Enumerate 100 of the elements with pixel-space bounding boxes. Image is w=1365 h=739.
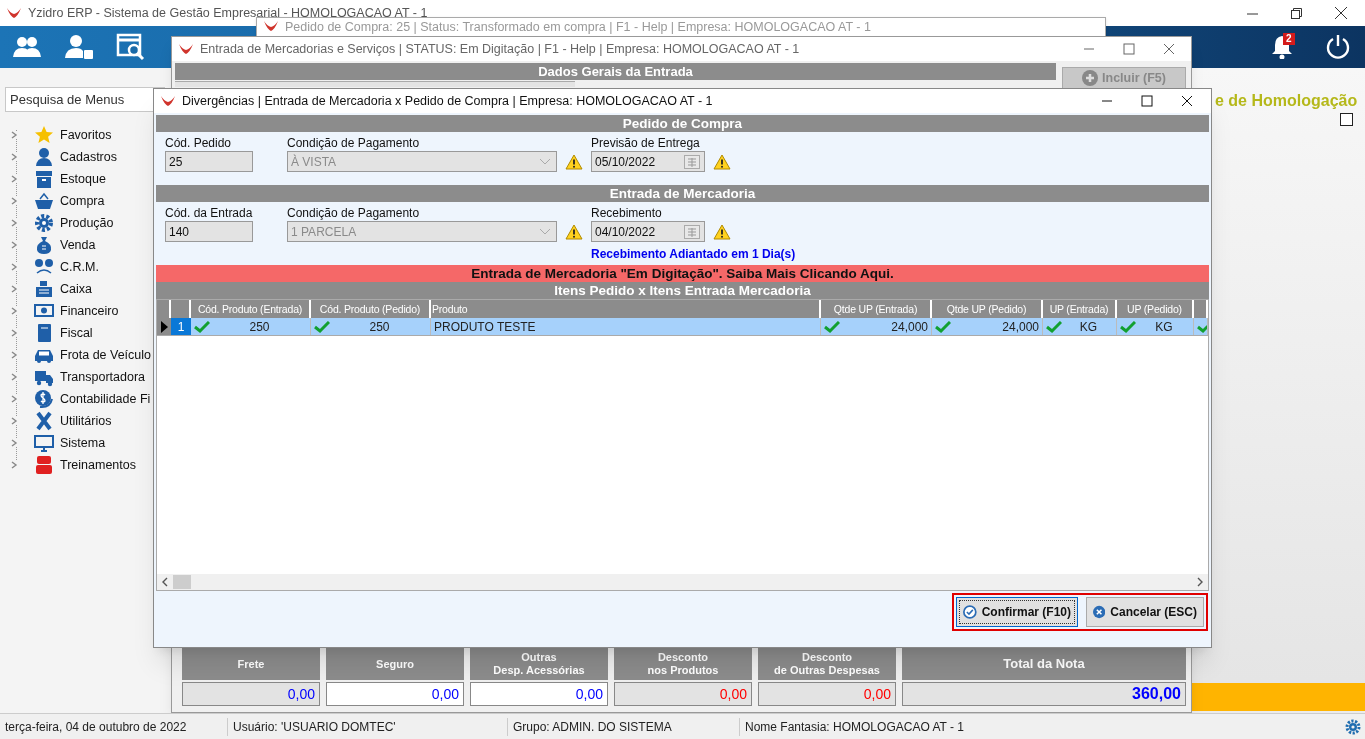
row-number: 1 [171,318,191,335]
section-header: Pedido de Compra [156,115,1209,132]
person-icon [34,147,54,167]
menu-item[interactable]: C.R.M. [60,257,99,277]
total-header: Total da Nota [902,648,1186,680]
section-header: Entrada de Mercadoria [156,185,1209,202]
collapse-arrow-icon[interactable] [10,395,18,403]
gear-icon [34,213,54,233]
date-field[interactable]: 04/10/2022 [591,221,705,242]
section-header: Itens Pedido x Itens Entrada Mercadoria [156,282,1209,299]
menu-item[interactable]: Contabilidade Fi [60,389,151,409]
status-text: Nome Fantasia: HOMOLOGACAO AT - 1 [744,718,965,736]
amount-field[interactable]: 0,00 [326,682,464,706]
field-label: Cód. da Entrada [165,205,254,221]
menu-item[interactable]: Caixa [60,279,92,299]
collapse-arrow-icon[interactable] [10,461,18,469]
collapse-arrow-icon[interactable] [10,175,18,183]
status-text: terça-feira, 04 de outubro de 2022 [0,717,228,736]
amount-field[interactable]: 0,00 [470,682,608,706]
power-icon[interactable] [1325,34,1351,60]
collapse-arrow-icon[interactable] [10,439,18,447]
table-cell: 250 [311,318,431,335]
calendar-icon[interactable] [684,224,700,239]
confirm-button[interactable]: Confirmar (F10) [956,596,1078,627]
maximize-icon[interactable] [1141,95,1153,107]
menu-item[interactable]: Cadastros [60,147,117,167]
close-icon[interactable] [1181,95,1193,107]
total-header: Desconto nos Produtos [614,648,752,680]
status-text: Usuário: 'USUARIO DOMTEC' [228,717,508,736]
menu-item[interactable]: Utilitários [60,411,112,431]
caret-icon [539,157,551,166]
collapse-arrow-icon[interactable] [10,351,18,359]
check-circle-icon [963,603,977,620]
amount-field: 0,00 [614,682,752,706]
user-card-icon[interactable] [64,34,94,60]
total-header: Frete [182,648,320,680]
logo-icon [263,20,279,32]
menu-item[interactable]: Estoque [60,169,106,189]
field-label: Cód. Pedido [165,135,233,151]
amount-field: 360,00 [902,682,1186,706]
basket-icon [34,191,54,211]
table-row[interactable]: 1 250 250 PRODUTO TESTE 24,000 24,000 KG KG [157,318,1208,336]
collapse-arrow-icon[interactable] [10,153,18,161]
menu-item[interactable]: Financeiro [60,301,119,321]
search-window-icon[interactable] [116,33,146,61]
collapse-arrow-icon[interactable] [10,131,18,139]
collapse-arrow-icon[interactable] [10,285,18,293]
menu-item[interactable]: Compra [60,191,105,211]
menu-item[interactable]: Favoritos [60,125,112,145]
collapse-arrow-icon[interactable] [10,197,18,205]
total-header: Desconto de Outras Despesas [758,648,896,680]
menu-item[interactable]: Fiscal [60,323,93,343]
collapse-arrow-icon[interactable] [10,373,18,381]
input-field[interactable]: 25 [165,151,253,172]
collapse-arrow-icon[interactable] [10,219,18,227]
close-icon[interactable] [1335,7,1347,19]
section-header: Dados Gerais da Entrada [175,63,1056,80]
caret-icon [539,227,551,236]
menu-item[interactable]: Transportadora [60,367,145,387]
cancel-button[interactable]: Cancelar (ESC) [1086,596,1204,627]
menu-item[interactable]: Sistema [60,433,106,453]
menu-item[interactable]: Produção [60,213,114,233]
restore-icon[interactable] [1291,7,1302,19]
people-icon[interactable] [12,35,42,59]
horizontal-scrollbar[interactable] [157,574,1208,590]
window-title: Entrada de Mercadorias e Serviços | STATUS: Em Digitação | F1 - Help | Empresa: HOMOLOGACAO AT - 1 [200,40,800,58]
table-cell: 24,000 [932,318,1043,335]
collapse-arrow-icon[interactable] [10,329,18,337]
field-label: Condição de Pagamento [287,135,421,151]
monitor-icon [34,433,54,453]
row-pointer-icon [160,320,168,333]
collapse-arrow-icon[interactable] [10,241,18,249]
field-label: Recebimento [591,205,663,221]
calendar-icon[interactable] [684,154,700,169]
search-field[interactable]: Pesquisa de Menus [5,87,165,112]
status-banner[interactable]: Entrada de Mercadoria "Em Digitação". Saiba Mais Clicando Aqui. [156,265,1209,282]
date-field[interactable]: 05/10/2022 [591,151,705,172]
menu-item[interactable]: Treinamentos [60,455,136,475]
plus-icon [1082,70,1099,86]
amount-field: 0,00 [182,682,320,706]
table-cell: 24,000 [821,318,932,335]
status-text: Grupo: ADMIN. DO SISTEMA [508,717,740,736]
collapse-arrow-icon[interactable] [10,307,18,315]
logo-icon [178,43,194,55]
collapse-arrow-icon[interactable] [10,263,18,271]
advance-notice: Recebimento Adiantado em 1 Dia(s) [591,246,796,263]
amount-field: 0,00 [758,682,896,706]
table-cell: PRODUTO TESTE [431,318,821,335]
checkbox[interactable] [1340,113,1353,126]
input-field[interactable]: 140 [165,221,253,242]
collapse-arrow-icon[interactable] [10,417,18,425]
cash-register-icon [34,279,54,299]
menu-item[interactable]: Frota de Veículo [60,345,152,365]
faces-icon [34,257,54,277]
total-header: Seguro [326,648,464,680]
scroll-thumb[interactable] [173,575,191,589]
settings-icon[interactable] [1345,718,1361,735]
star-icon [34,125,54,145]
menu-item[interactable]: Venda [60,235,96,255]
logo-icon [160,95,176,107]
